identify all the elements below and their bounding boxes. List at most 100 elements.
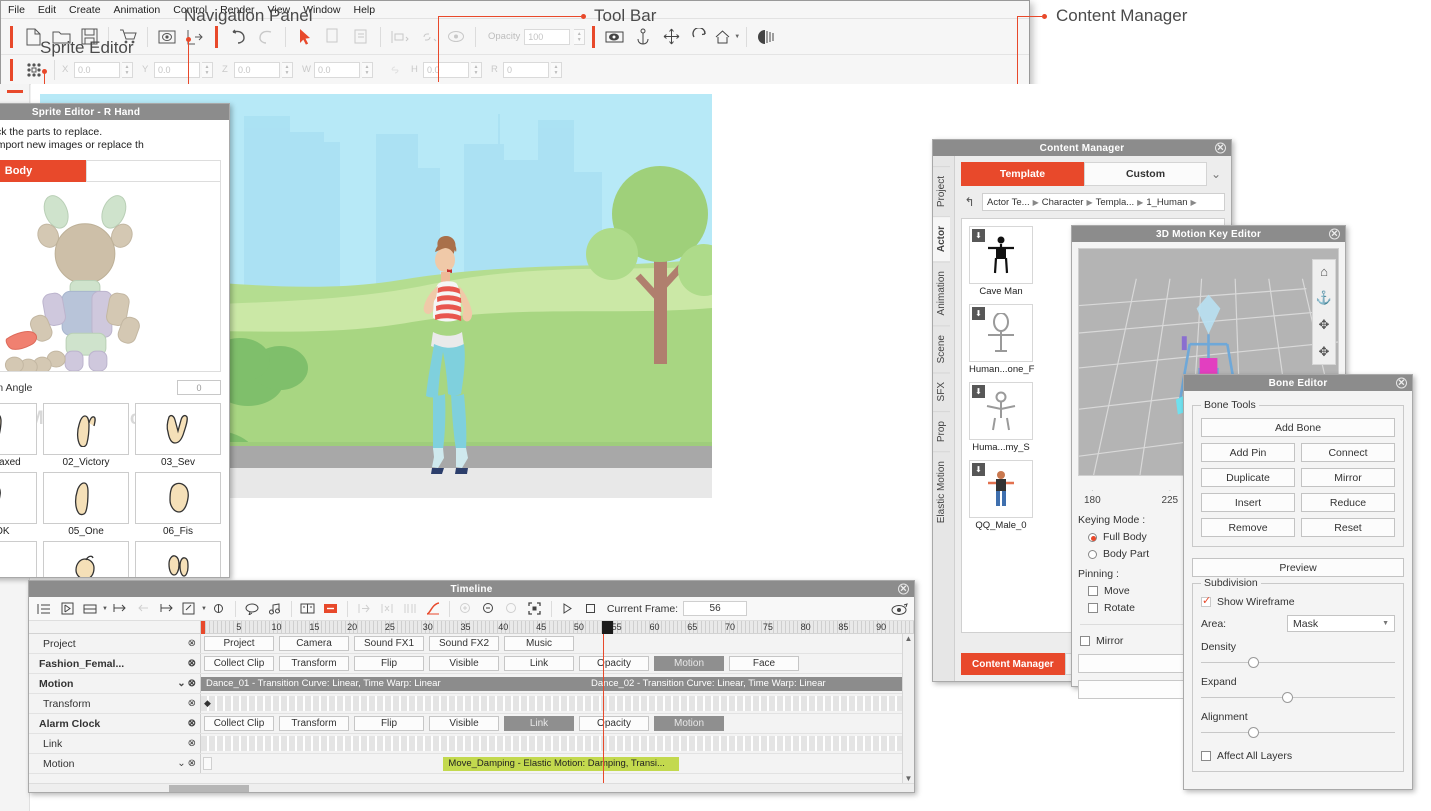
checkbox-affect-all-layers[interactable] xyxy=(1201,751,1211,761)
track-row-icons[interactable]: ⌄⊗ xyxy=(177,678,200,689)
area-select[interactable]: Mask ▼ xyxy=(1287,615,1395,632)
scroll-up-icon[interactable]: ▲ xyxy=(905,634,913,643)
home-view-icon[interactable]: ▼ xyxy=(714,24,740,50)
close-track-icon[interactable]: ⊗ xyxy=(188,658,196,669)
close-icon[interactable]: ✕ xyxy=(1215,143,1226,154)
keyframe-strip[interactable] xyxy=(201,736,914,751)
hand-pose-cell[interactable]: 05_One xyxy=(43,472,129,537)
track-content[interactable]: ◆ xyxy=(201,694,914,713)
breadcrumb-item-3[interactable]: 1_Human xyxy=(1146,197,1187,208)
clip-chip[interactable]: Opacity xyxy=(579,656,649,671)
clip-chip[interactable]: Transform xyxy=(279,716,349,731)
anchor-pivot-icon[interactable] xyxy=(630,24,656,50)
clip-chip[interactable]: Visible xyxy=(429,716,499,731)
side-tab-sfx[interactable]: SFX xyxy=(933,372,950,410)
transform-input-h[interactable]: 0.0 xyxy=(423,62,469,78)
move-icon[interactable]: ✥ xyxy=(1319,317,1330,333)
transform-field-h[interactable]: H 0.0 ▲▼ xyxy=(411,62,482,78)
custom-angle-value[interactable]: 0 xyxy=(177,380,221,395)
breadcrumb-item-2[interactable]: Templa... xyxy=(1096,197,1135,208)
ruler-scale[interactable]: 5 10 15 20 25 30 35 40 45 50 55 60 65 70… xyxy=(201,621,914,633)
remove-button[interactable]: Remove xyxy=(1201,518,1295,537)
scroll-down-icon[interactable]: ▼ xyxy=(905,774,913,783)
checkbox-mirror[interactable] xyxy=(1080,636,1090,646)
slider-knob[interactable] xyxy=(1248,727,1259,738)
hand-pose-cell[interactable]: 02_Victory xyxy=(43,403,129,468)
tab-template[interactable]: Template xyxy=(961,162,1084,186)
elastic-motion-clip[interactable]: Move_Damping - Elastic Motion: Damping, … xyxy=(443,757,678,771)
menu-item-file[interactable]: File xyxy=(8,4,25,16)
scrollbar-thumb[interactable] xyxy=(169,785,249,792)
clip-chip[interactable]: Sound FX1 xyxy=(354,636,424,651)
expand-track-icon[interactable]: ⌄ xyxy=(177,678,185,689)
hand-pose-cell[interactable]: 06_Fis xyxy=(135,472,221,537)
alignment-slider[interactable] xyxy=(1201,726,1395,738)
hand-pose-thumb[interactable] xyxy=(135,472,221,524)
side-tab-project[interactable]: Project xyxy=(933,166,950,216)
table-row[interactable]: Fashion_Femal... ⊗ Collect Clip Transfor… xyxy=(29,654,914,674)
transition-curve-icon[interactable] xyxy=(422,599,444,619)
add-bone-button[interactable]: Add Bone xyxy=(1201,418,1395,437)
remove-frame-icon[interactable] xyxy=(376,599,398,619)
transform-spinner-h[interactable]: ▲▼ xyxy=(471,62,482,78)
track-name-cell[interactable]: Motion ⌄⊗ xyxy=(29,754,201,773)
side-tab-actor[interactable]: Actor xyxy=(933,216,950,261)
hand-pose-cell[interactable]: 03_Sev xyxy=(135,403,221,468)
hand-pose-thumb[interactable] xyxy=(43,472,129,524)
affect-all-layers-row[interactable]: Affect All Layers xyxy=(1201,750,1395,762)
checkbox-show-wireframe[interactable] xyxy=(1201,597,1211,607)
track-content[interactable] xyxy=(201,734,914,753)
transform-field-y[interactable]: Y 0.0 ▲▼ xyxy=(142,62,213,78)
paste-icon[interactable] xyxy=(348,24,374,50)
clip-chip[interactable]: Transform xyxy=(279,656,349,671)
clip-chip[interactable]: Project xyxy=(204,636,274,651)
close-track-icon[interactable]: ⊗ xyxy=(188,758,196,769)
clip-handle[interactable] xyxy=(203,757,212,770)
frame-range-icon[interactable] xyxy=(399,599,421,619)
keyframe-marker[interactable]: ◆ xyxy=(204,698,211,709)
track-row-icons[interactable]: ⊗ xyxy=(188,638,200,649)
current-frame-input[interactable]: 56 xyxy=(683,601,747,616)
breadcrumb-path[interactable]: Actor Te...▶ Character▶ Templa...▶ 1_Hum… xyxy=(982,193,1225,211)
align-icon[interactable] xyxy=(387,24,413,50)
playhead-handle[interactable] xyxy=(602,621,613,634)
transform-spinner-z[interactable]: ▲▼ xyxy=(282,62,293,78)
transform-input-w[interactable]: 0.0 xyxy=(314,62,360,78)
select-cursor-icon[interactable] xyxy=(292,24,318,50)
link-icon[interactable] xyxy=(415,24,441,50)
collect-clip-icon[interactable] xyxy=(79,599,101,619)
close-track-icon[interactable]: ⊗ xyxy=(188,698,196,709)
hand-pose-cell[interactable] xyxy=(135,541,221,577)
play-icon[interactable] xyxy=(557,599,579,619)
close-icon[interactable]: ✕ xyxy=(1396,378,1407,389)
insert-frame-icon[interactable] xyxy=(353,599,375,619)
close-track-icon[interactable]: ⊗ xyxy=(188,738,196,749)
density-slider[interactable] xyxy=(1201,656,1395,668)
camera-view-icon[interactable] xyxy=(602,24,628,50)
menu-item-animation[interactable]: Animation xyxy=(114,4,161,16)
menu-item-create[interactable]: Create xyxy=(69,4,101,16)
transform-field-z[interactable]: Z 0.0 ▲▼ xyxy=(222,62,293,78)
goto-end-icon[interactable] xyxy=(155,599,177,619)
zoom-out-icon[interactable] xyxy=(478,599,500,619)
track-content[interactable]: Collect Clip Transform Flip Visible Link… xyxy=(201,654,914,673)
collect-clip-dropdown-icon[interactable]: ▼ xyxy=(102,606,108,612)
reduce-button[interactable]: Reduce xyxy=(1301,493,1395,512)
slider-knob[interactable] xyxy=(1248,657,1259,668)
motion-clip[interactable]: Dance_01 - Transition Curve: Linear, Tim… xyxy=(201,677,586,691)
track-row-icons[interactable]: ⌄⊗ xyxy=(177,758,200,769)
timeline-options-icon[interactable] xyxy=(888,599,910,619)
back-arrow-icon[interactable]: ↰ xyxy=(961,195,978,209)
clip-chip[interactable]: Sound FX2 xyxy=(429,636,499,651)
track-row-icons[interactable]: ⊗ xyxy=(188,658,200,669)
keyframe-strip[interactable] xyxy=(201,696,914,711)
track-name-cell[interactable]: Motion ⌄⊗ xyxy=(29,674,201,693)
close-track-icon[interactable]: ⊗ xyxy=(188,638,196,649)
vertical-scrollbar[interactable]: ▲ ▼ xyxy=(902,634,914,783)
tab-custom[interactable]: Custom xyxy=(1084,162,1207,186)
opacity-input[interactable]: 100 xyxy=(524,29,570,45)
rotate-icon[interactable]: ✥ xyxy=(1319,344,1330,360)
list-item[interactable]: ⬇ Cave Man xyxy=(969,226,1033,297)
bottom-tab-content-manager[interactable]: Content Manager xyxy=(961,653,1065,675)
content-thumb[interactable]: ⬇ xyxy=(969,382,1033,440)
